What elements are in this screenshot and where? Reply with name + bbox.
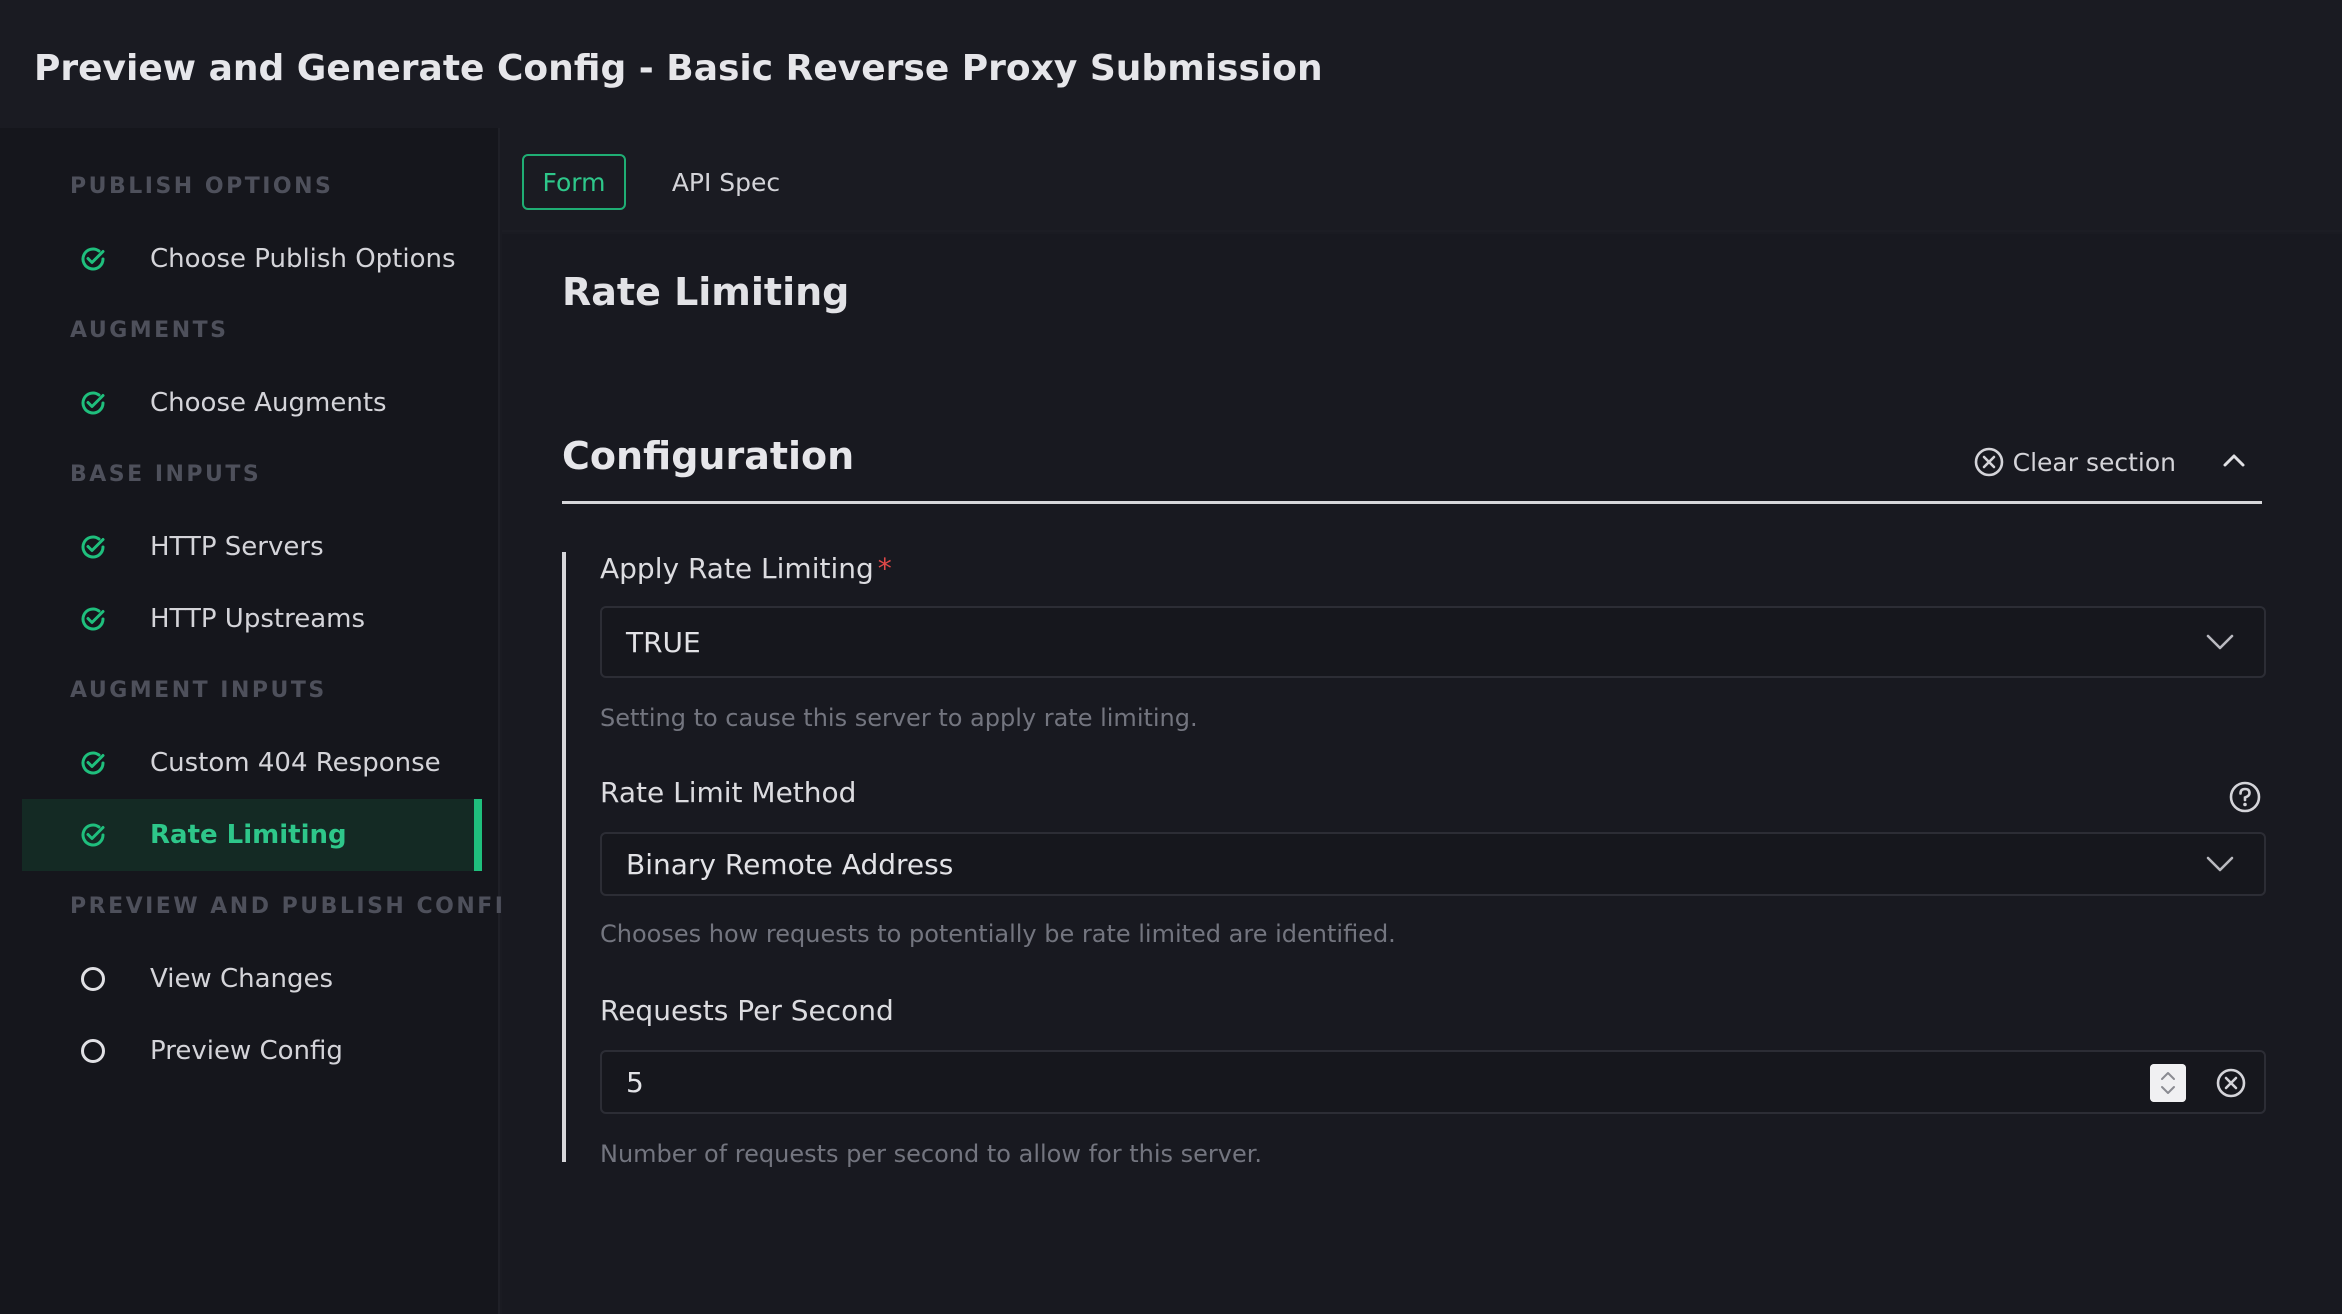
sidebar-item-label: Choose Publish Options [150,244,456,274]
chevron-down-icon [2206,856,2234,872]
apply-rate-limiting-label: Apply Rate Limiting * [600,552,892,585]
sidebar-item-choose-publish-options[interactable]: Choose Publish Options [22,223,482,295]
page-title: Preview and Generate Config - Basic Reve… [34,48,1323,89]
rate-limit-method-select[interactable]: Binary Remote Address [600,832,2266,896]
sidebar-item-choose-augments[interactable]: Choose Augments [22,367,482,439]
clear-section-label: Clear section [2012,447,2176,477]
app-header: Preview and Generate Config - Basic Reve… [0,0,2342,128]
configuration-title: Configuration [562,434,855,478]
sidebar-item-label: View Changes [150,964,334,994]
empty-circle-icon [81,967,105,991]
clear-section-button[interactable]: Clear section [1973,442,2176,482]
rate-limit-method-label: Rate Limit Method [600,776,857,809]
sidebar-item-label: Preview Config [150,1036,343,1066]
sidebar-item-custom-404-response[interactable]: Custom 404 Response [22,727,482,799]
required-indicator: * [877,552,892,585]
requests-per-second-label: Requests Per Second [600,994,894,1027]
apply-rate-limiting-select[interactable]: TRUE [600,606,2266,678]
question-circle-icon[interactable] [2228,780,2262,814]
requests-per-second-input[interactable] [626,1062,2026,1102]
sidebar-section-augment-inputs: AUGMENT INPUTS [70,678,327,703]
check-circle-icon [81,751,105,775]
configuration-fields: Apply Rate Limiting * TRUE Setting to cau… [562,552,2266,1168]
check-circle-icon [81,535,105,559]
active-indicator [474,799,482,871]
check-circle-icon [81,823,105,847]
chevron-down-icon [2206,634,2234,650]
sidebar-item-http-upstreams[interactable]: HTTP Upstreams [22,583,482,655]
check-circle-icon [81,247,105,271]
sidebar-item-label: Choose Augments [150,388,387,418]
check-circle-icon [81,607,105,631]
sidebar-section-publish-options: PUBLISH OPTIONS [70,174,334,199]
sidebar-item-label: Custom 404 Response [150,748,441,778]
requests-per-second-input-wrapper [600,1050,2266,1114]
sidebar-item-view-changes[interactable]: View Changes [22,943,482,1015]
clear-input-icon[interactable] [2214,1066,2248,1100]
sidebar-item-label: HTTP Upstreams [150,604,365,634]
check-circle-icon [81,391,105,415]
main-content: Rate Limiting Configuration Clear sectio… [502,234,2342,1314]
sidebar-item-label: Rate Limiting [150,820,347,850]
tab-bar: Form API Spec [502,128,2342,232]
requests-per-second-description: Number of requests per second to allow f… [600,1140,1263,1168]
number-stepper-icon[interactable] [2150,1064,2186,1102]
apply-rate-limiting-value: TRUE [626,626,701,659]
apply-rate-limiting-description: Setting to cause this server to apply ra… [600,704,1198,732]
sidebar-item-preview-config[interactable]: Preview Config [22,1015,482,1087]
sidebar-section-augments: AUGMENTS [70,318,229,343]
apply-rate-limiting-label-text: Apply Rate Limiting [600,552,874,585]
sidebar-item-rate-limiting[interactable]: Rate Limiting [22,799,482,871]
sidebar-item-http-servers[interactable]: HTTP Servers [22,511,482,583]
sidebar-item-label: HTTP Servers [150,532,324,562]
rate-limit-method-description: Chooses how requests to potentially be r… [600,920,1396,948]
chevron-up-icon[interactable] [2214,440,2254,480]
sidebar: PUBLISH OPTIONS Choose Publish Options A… [0,128,524,1314]
rate-limit-method-value: Binary Remote Address [626,848,954,881]
section-heading: Rate Limiting [562,270,850,314]
tab-form[interactable]: Form [522,154,626,210]
close-circle-icon [1974,447,2003,477]
configuration-section-header: Configuration Clear section [562,434,2262,504]
sidebar-section-base-inputs: BASE INPUTS [70,462,262,487]
sidebar-section-preview-and-publish-config: PREVIEW AND PUBLISH CONFIG [70,894,527,919]
empty-circle-icon [81,1039,105,1063]
tab-api-spec[interactable]: API Spec [652,154,800,210]
